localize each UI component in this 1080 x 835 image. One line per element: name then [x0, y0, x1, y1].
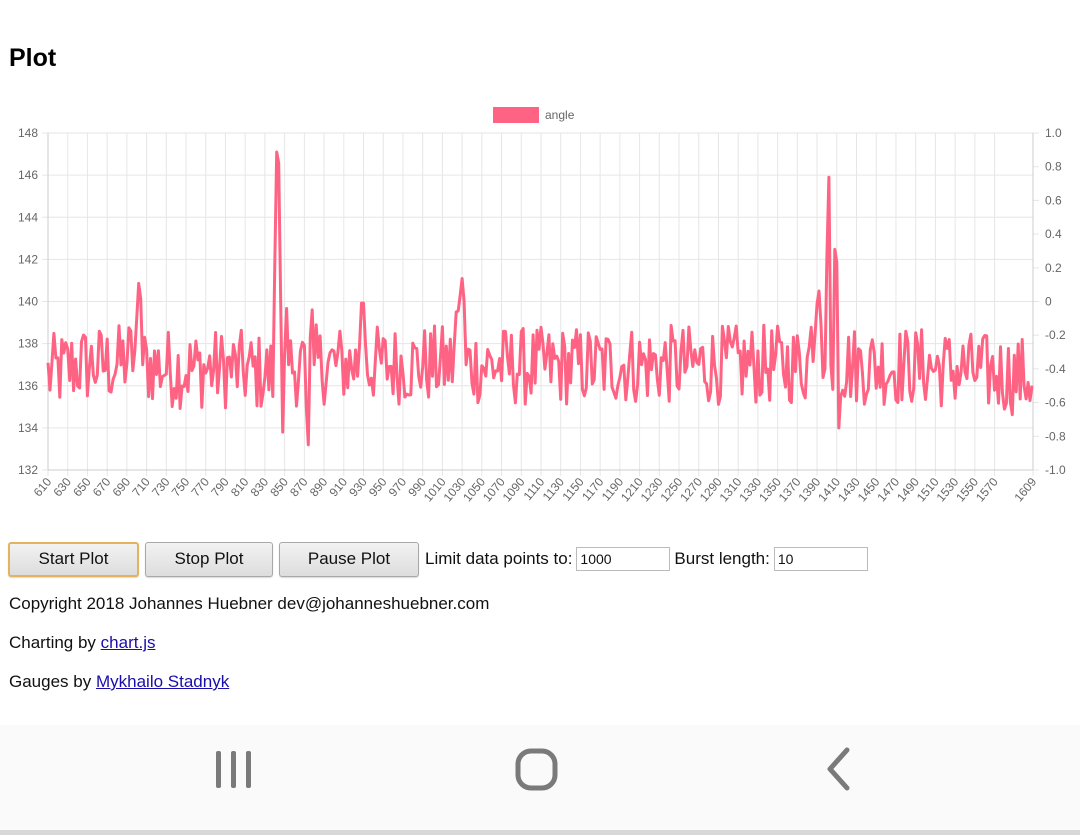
angle-series-line: [46, 150, 1034, 447]
y-right-tick-label: 1.0: [1045, 126, 1062, 140]
limit-data-points-label: Limit data points to:: [425, 549, 573, 568]
x-tick-label: 950: [366, 475, 390, 500]
chartjs-link[interactable]: chart.js: [101, 633, 156, 652]
page-title: Plot: [9, 44, 57, 72]
y-left-tick-label: 146: [18, 168, 38, 182]
y-right-tick-label: -0.6: [1045, 396, 1066, 410]
x-tick-label: 610: [31, 475, 55, 500]
x-tick-label: 750: [169, 475, 193, 500]
start-plot-button[interactable]: Start Plot: [8, 541, 139, 577]
gauges-credit: Gauges by Mykhailo Stadnyk: [9, 672, 229, 692]
x-tick-label: 1609: [1011, 475, 1039, 505]
y-right-tick-label: 0: [1045, 295, 1052, 309]
y-left-tick-label: 148: [18, 126, 38, 140]
y-right-tick-label: -0.2: [1045, 328, 1066, 342]
legend-swatch: [493, 107, 539, 123]
x-tick-label: 770: [188, 475, 212, 500]
stop-plot-button[interactable]: Stop Plot: [145, 541, 273, 577]
angle-line-chart: 6106306506706907107307507707908108308508…: [18, 107, 1066, 505]
home-icon: [515, 748, 558, 791]
x-tick-label: 710: [129, 475, 153, 500]
x-tick-label: 790: [208, 475, 232, 500]
y-left-tick-label: 134: [18, 421, 38, 435]
x-tick-label: 730: [149, 475, 173, 500]
x-tick-label: 870: [287, 475, 311, 500]
y-right-tick-label: 0.4: [1045, 227, 1062, 241]
charting-credit: Charting by chart.js: [9, 633, 155, 653]
y-left-tick-label: 144: [18, 210, 38, 224]
limit-data-points-input[interactable]: [576, 547, 671, 571]
y-left-tick-label: 138: [18, 337, 38, 351]
x-tick-label: 690: [110, 475, 134, 500]
burst-length-input[interactable]: [773, 547, 868, 571]
x-tick-label: 810: [228, 475, 252, 500]
x-tick-label: 1570: [973, 475, 1001, 505]
burst-length-label: Burst length:: [674, 549, 770, 568]
y-right-tick-label: -1.0: [1045, 463, 1066, 477]
y-left-tick-label: 140: [18, 295, 38, 309]
copyright-text: Copyright 2018 Johannes Huebner dev@joha…: [9, 594, 490, 613]
recent-apps-button[interactable]: [199, 745, 269, 795]
x-tick-label: 650: [70, 475, 94, 500]
y-right-tick-label: 0.6: [1045, 193, 1062, 207]
y-right-tick-label: -0.8: [1045, 429, 1066, 443]
y-left-tick-label: 142: [18, 252, 38, 266]
x-tick-label: 850: [267, 475, 291, 500]
charting-prefix: Charting by: [9, 633, 96, 652]
recent-apps-icon: [216, 751, 251, 788]
back-button[interactable]: [803, 745, 873, 795]
legend-label: angle: [545, 108, 575, 122]
plot-controls: Start Plot Stop Plot Pause Plot Limit da…: [8, 541, 868, 577]
y-left-tick-label: 136: [18, 379, 38, 393]
x-tick-label: 910: [326, 475, 350, 500]
home-button[interactable]: [501, 745, 571, 795]
x-tick-label: 890: [307, 475, 331, 500]
y-right-tick-label: 0.2: [1045, 261, 1062, 275]
mykhailo-stadnyk-link[interactable]: Mykhailo Stadnyk: [96, 672, 229, 691]
y-right-tick-label: 0.8: [1045, 160, 1062, 174]
x-tick-label: 930: [346, 475, 370, 500]
y-right-tick-label: -0.4: [1045, 362, 1066, 376]
x-tick-label: 670: [90, 475, 114, 500]
x-tick-label: 630: [50, 475, 74, 500]
x-tick-label: 970: [386, 475, 410, 500]
y-left-tick-label: 132: [18, 463, 38, 477]
back-icon: [827, 747, 850, 791]
screen-bottom-edge: [0, 830, 1080, 835]
pause-plot-button[interactable]: Pause Plot: [279, 541, 419, 577]
android-navigation-bar: [0, 725, 1080, 830]
gauges-prefix: Gauges by: [9, 672, 92, 691]
x-tick-label: 830: [248, 475, 272, 500]
